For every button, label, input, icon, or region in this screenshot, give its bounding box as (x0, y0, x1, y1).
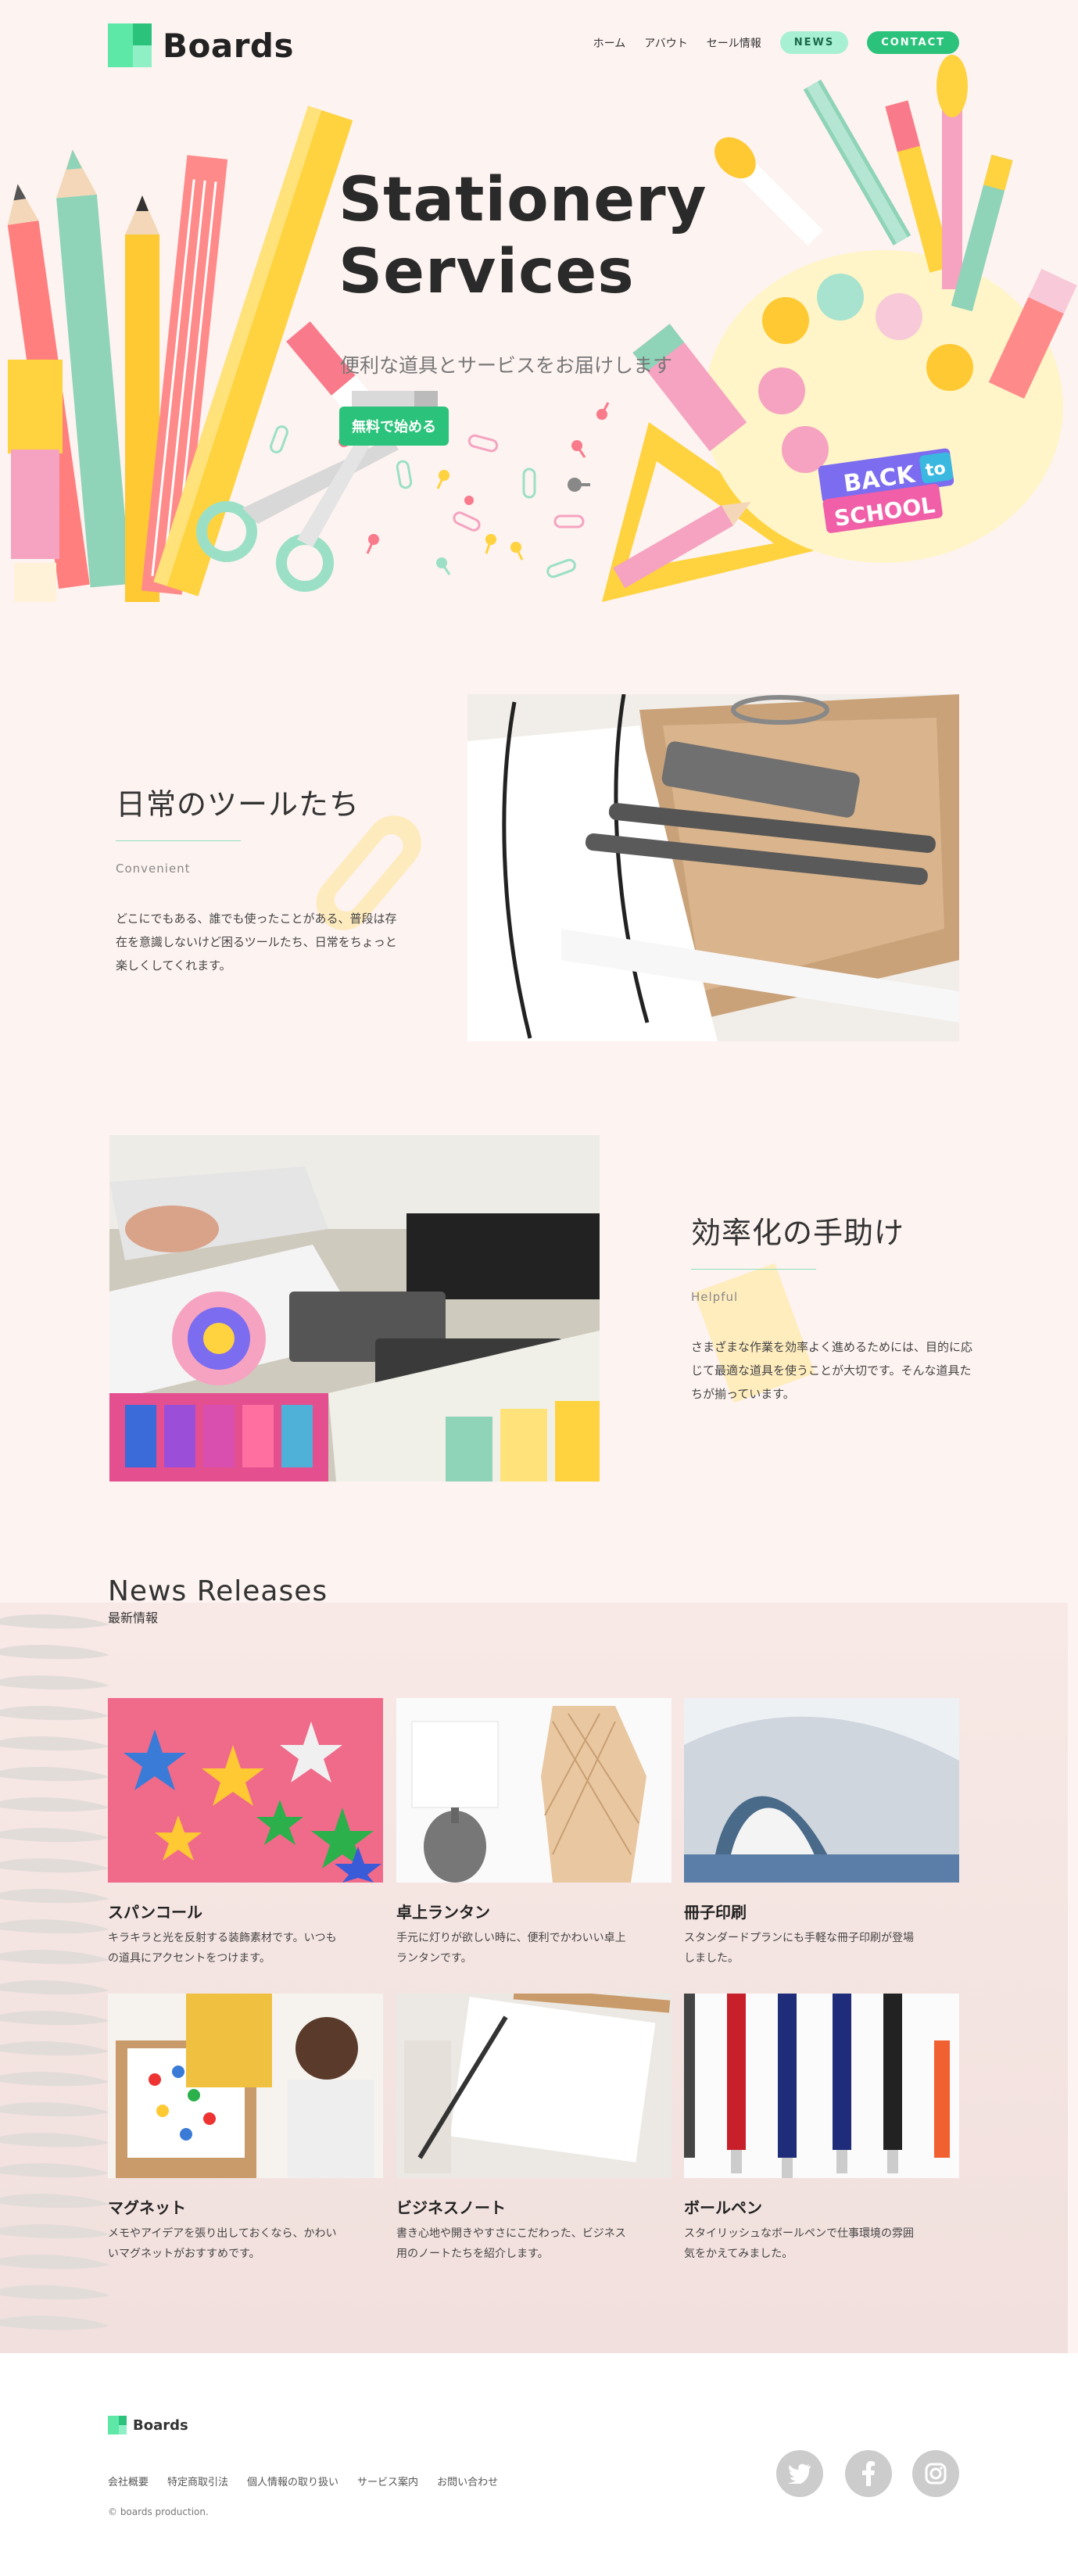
news-card-title: スパンコール (108, 1903, 202, 1922)
lantern-image (396, 1698, 672, 1883)
news-header: News Releases 最新情報 (108, 1575, 328, 1626)
news-card-text: スタンダードプランにも手軽な冊子印刷が登場しました。 (684, 1932, 914, 1965)
footer-link-privacy[interactable]: 個人情報の取り扱い (247, 2474, 338, 2488)
hero-title-line1: Stationery (338, 165, 707, 235)
hero-title: Stationery Services (338, 164, 707, 308)
news-card-ballpen[interactable]: ボールペン スタイリッシュなボールペンで仕事環境の雰囲気をかえてみました。 (684, 1994, 959, 2265)
facebook-icon[interactable] (845, 2450, 892, 2497)
nav-about[interactable]: アバウト (644, 35, 687, 51)
news-card-text: メモやアイデアを張り出しておくなら、かわいいマグネットがおすすめです。 (108, 2227, 337, 2260)
twitter-icon[interactable] (776, 2450, 823, 2497)
hero-title-line2: Services (338, 237, 635, 308)
feature-helpful: 効率化の手助け Helpful さまざまな作業を効率よく進めるためには、目的に応… (691, 1209, 972, 1406)
footer-brand-name: Boards (133, 2417, 188, 2434)
news-card-title: ボールペン (684, 2198, 762, 2217)
news-card-notebook[interactable]: ビジネスノート 書き心地や開きやすさにこだわった、ビジネス用のノートたちを紹介し… (396, 1994, 672, 2265)
badge-to: to (924, 459, 947, 481)
feature-divider (691, 1269, 816, 1270)
news-card-title: ビジネスノート (396, 2198, 506, 2217)
spiral-ring (0, 2101, 109, 2117)
hero-section: BACK to SCHOOL Stationery Services 便利な道具… (0, 0, 1078, 602)
news-card-title: 卓上ランタン (396, 1903, 490, 1922)
spiral-ring (0, 1979, 109, 1995)
feature-convenient: 日常のツールたち Convenient どこにでもある、誰でも使ったことがある、… (116, 780, 397, 977)
spiral-ring (0, 1766, 109, 1782)
news-heading: News Releases (108, 1575, 328, 1607)
feature-subtitle: Convenient (116, 862, 191, 876)
spiral-ring (0, 2162, 109, 2178)
footer-link-services[interactable]: サービス案内 (357, 2474, 418, 2488)
spiral-ring (0, 1797, 109, 1812)
spiral-ring (0, 2071, 109, 2087)
main-nav: ホーム アバウト セール情報 NEWS CONTACT (593, 31, 959, 54)
spiral-ring (0, 2223, 109, 2239)
news-card-booklet[interactable]: 冊子印刷 スタンダードプランにも手軽な冊子印刷が登場しました。 (684, 1698, 959, 1969)
nav-sale[interactable]: セール情報 (707, 35, 761, 51)
ballpen-image (684, 1994, 959, 2178)
logo-mark-icon (108, 2416, 127, 2434)
hero-subtitle: 便利な道具とサービスをお届けします (340, 354, 673, 377)
brand-name: Boards (163, 26, 294, 65)
footer-link-contact[interactable]: お問い合わせ (437, 2474, 498, 2488)
spiral-ring (0, 2040, 109, 2056)
feature-body: さまざまな作業を効率よく進めるためには、目的に応じて最適な道具を使うことが大切で… (691, 1340, 973, 1401)
footer-logo[interactable]: Boards (108, 2416, 188, 2434)
spiral-ring (0, 1644, 109, 1660)
spiral-ring (0, 1614, 109, 1629)
footer-link-company[interactable]: 会社概要 (108, 2474, 149, 2488)
site-header: Boards ホーム アバウト セール情報 NEWS CONTACT (0, 0, 1078, 78)
spiral-ring (0, 1675, 109, 1690)
brand-logo[interactable]: Boards (108, 23, 294, 67)
spiral-ring (0, 2010, 109, 2026)
news-card-lantern[interactable]: 卓上ランタン 手元に灯りが欲しい時に、便利でかわいい卓上ランタンです。 (396, 1698, 672, 1969)
nav-news-button[interactable]: NEWS (779, 31, 849, 54)
notebook-pens-image (467, 694, 959, 1041)
sequin-image (108, 1698, 383, 1883)
spiral-ring (0, 1919, 109, 1934)
spiral-ring (0, 1736, 109, 1751)
copyright: © boards production. (108, 2506, 209, 2517)
footer-links: 会社概要 特定商取引法 個人情報の取り扱い サービス案内 お問い合わせ (108, 2474, 498, 2488)
news-card-text: 手元に灯りが欲しい時に、便利でかわいい卓上ランタンです。 (396, 1932, 626, 1965)
notebook-spiral-decoration (0, 1614, 109, 2331)
instagram-icon[interactable] (912, 2450, 959, 2497)
news-card-sequin[interactable]: スパンコール キラキラと光を反射する装飾素材です。いつもの道具にアクセントをつけ… (108, 1698, 383, 1969)
spiral-ring (0, 1858, 109, 1873)
color-swatches-image (109, 1135, 600, 1481)
feature-title: 効率化の手助け (691, 1216, 905, 1250)
feature-title: 日常のツールたち (116, 787, 360, 822)
spiral-ring (0, 1888, 109, 1904)
spiral-ring (0, 2193, 109, 2209)
spiral-ring (0, 1949, 109, 1965)
spiral-ring (0, 1705, 109, 1721)
spiral-ring (0, 1827, 109, 1843)
feature-divider (116, 840, 241, 841)
spiral-ring (0, 2254, 109, 2270)
start-free-button[interactable]: 無料で始める (339, 407, 449, 446)
news-card-title: マグネット (108, 2198, 186, 2217)
news-card-text: キラキラと光を反射する装飾素材です。いつもの道具にアクセントをつけます。 (108, 1932, 337, 1965)
spiral-ring (0, 2284, 109, 2300)
feature-subtitle: Helpful (691, 1290, 739, 1304)
news-card-title: 冊子印刷 (684, 1903, 747, 1922)
spiral-ring (0, 2315, 109, 2331)
footer-link-commerce-law[interactable]: 特定商取引法 (167, 2474, 228, 2488)
news-subheading: 最新情報 (108, 1610, 159, 1625)
news-card-text: スタイリッシュなボールペンで仕事環境の雰囲気をかえてみました。 (684, 2227, 914, 2260)
logo-mark-icon (108, 23, 152, 67)
news-card-text: 書き心地や開きやすさにこだわった、ビジネス用のノートたちを紹介します。 (396, 2227, 626, 2260)
spiral-ring (0, 2132, 109, 2148)
booklet-image (684, 1698, 959, 1883)
nav-contact-button[interactable]: CONTACT (867, 31, 959, 54)
nav-home[interactable]: ホーム (593, 35, 626, 51)
feature-body: どこにでもある、誰でも使ったことがある、普段は存在を意識しないけど困るツールたち… (116, 912, 397, 973)
site-footer: Boards 会社概要 特定商取引法 個人情報の取り扱い サービス案内 お問い合… (0, 2353, 1078, 2576)
notebook-image (396, 1994, 672, 2178)
magnet-image (108, 1994, 383, 2178)
news-card-magnet[interactable]: マグネット メモやアイデアを張り出しておくなら、かわいいマグネットがおすすめです… (108, 1994, 383, 2265)
